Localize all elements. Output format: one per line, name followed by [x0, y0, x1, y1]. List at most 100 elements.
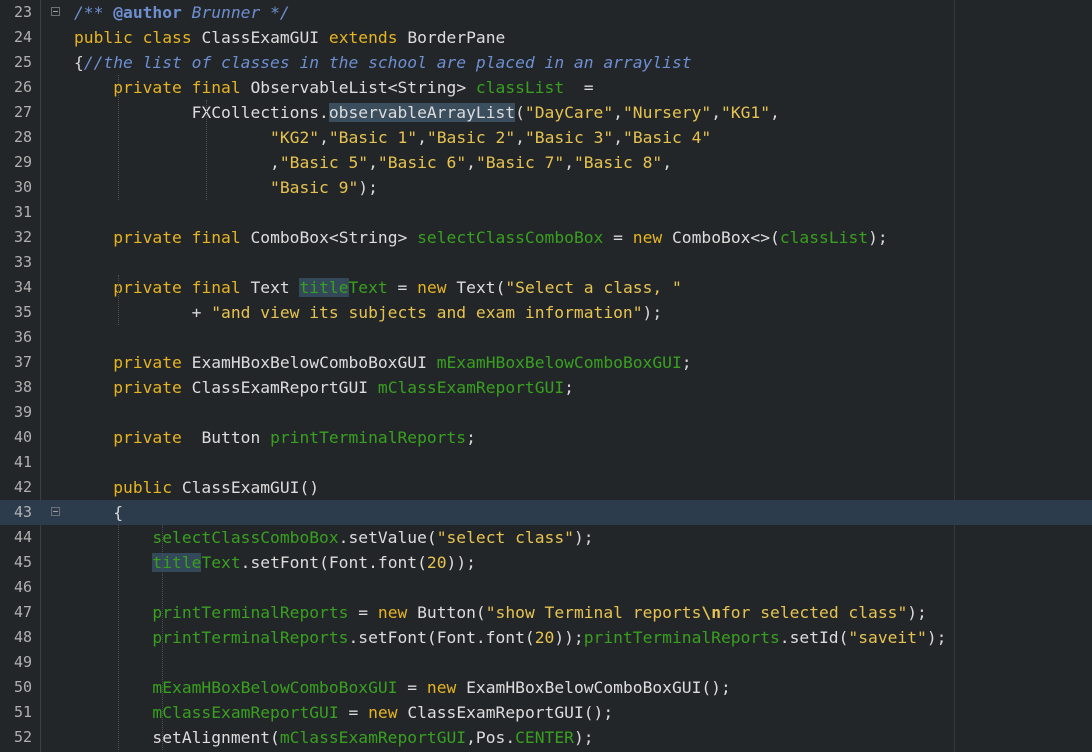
code-token: .setId(	[779, 628, 849, 647]
line-number: 40	[13, 428, 32, 446]
code-token: classList	[475, 78, 565, 97]
code-token: );	[573, 728, 594, 747]
code-line[interactable]: 41	[0, 450, 1092, 475]
code-line[interactable]: 30 "Basic 9");	[0, 175, 1092, 200]
code-token: observableArrayList	[328, 103, 516, 122]
code-line[interactable]: 37 private ExamHBoxBelowComboBoxGUI mExa…	[0, 350, 1092, 375]
code-line[interactable]: 29 ,"Basic 5","Basic 6","Basic 7","Basic…	[0, 150, 1092, 175]
code-editor[interactable]: 23 /** @author Brunner */ 24 public class C…	[0, 0, 1092, 752]
code-token: mClassExamReportGUI	[377, 378, 565, 397]
code-line[interactable]: 36	[0, 325, 1092, 350]
code-line[interactable]: 38 private ClassExamReportGUI mClassExam…	[0, 375, 1092, 400]
code-text: ,"Basic 5","Basic 6","Basic 7","Basic 8"…	[74, 150, 672, 175]
fold-toggle-icon[interactable]	[51, 7, 60, 16]
code-line[interactable]: 44 selectClassComboBox.setValue("select …	[0, 525, 1092, 550]
fold-toggle-icon[interactable]	[51, 507, 60, 516]
code-token: ExamHBoxBelowComboBoxGUI();	[466, 678, 731, 697]
code-token: private	[74, 353, 192, 372]
code-line[interactable]: 48 printTerminalReports.setFont(Font.fon…	[0, 625, 1092, 650]
code-token: "Basic 5"	[279, 153, 369, 172]
code-token: Text	[250, 278, 300, 297]
code-line[interactable]: 25 {//the list of classes in the school a…	[0, 50, 1092, 75]
line-number: 51	[13, 703, 32, 721]
code-line[interactable]: 43 {	[0, 500, 1092, 525]
code-token: "and view its subjects and exam informat…	[211, 303, 643, 322]
code-token: );	[642, 303, 663, 322]
code-token: "Basic 3"	[524, 128, 614, 147]
code-token: mClassExamReportGUI	[152, 703, 339, 722]
code-token: "Basic 1"	[328, 128, 418, 147]
code-token: "KG2"	[270, 128, 320, 147]
code-text: FXCollections.observableArrayList("DayCa…	[74, 100, 780, 125]
code-line[interactable]: 50 mExamHBoxBelowComboBoxGUI = new ExamH…	[0, 675, 1092, 700]
line-number: 50	[13, 678, 32, 696]
indent-guide	[206, 100, 207, 200]
code-token: Button	[191, 428, 271, 447]
code-line[interactable]: 49	[0, 650, 1092, 675]
code-token: "show Terminal reports	[485, 603, 702, 622]
code-line[interactable]: 28 "KG2","Basic 1","Basic 2","Basic 3","…	[0, 125, 1092, 150]
code-token: ClassExamReportGUI	[191, 378, 378, 397]
code-line[interactable]: 39	[0, 400, 1092, 425]
code-line[interactable]: 24 public class ClassExamGUI extends Bord…	[0, 25, 1092, 50]
line-number: 27	[13, 103, 32, 121]
code-token: ,	[613, 128, 624, 147]
code-text: private final Text titleText = new Text(…	[74, 275, 682, 300]
code-text: {//the list of classes in the school are…	[74, 50, 692, 75]
code-token: ,	[466, 153, 476, 172]
code-line[interactable]: 27 FXCollections.observableArrayList("Da…	[0, 100, 1092, 125]
code-line[interactable]: 51 mClassExamReportGUI = new ClassExamRe…	[0, 700, 1092, 725]
code-token: ;	[564, 378, 574, 397]
code-line[interactable]: 23 /** @author Brunner */	[0, 0, 1092, 25]
code-token: title	[299, 278, 349, 297]
indent-guide	[118, 525, 119, 750]
code-token: );	[573, 528, 594, 547]
code-line[interactable]: 40 private Button printTerminalReports;	[0, 425, 1092, 450]
code-token: setAlignment(	[74, 728, 280, 747]
line-number: 24	[13, 28, 32, 46]
code-token: .setFont(Font.font(	[240, 553, 427, 572]
code-line[interactable]: 34 private final Text titleText = new Te…	[0, 275, 1092, 300]
code-text: private ClassExamReportGUI mClassExamRep…	[74, 375, 574, 400]
code-line[interactable]: 33	[0, 250, 1092, 275]
line-number: 45	[13, 553, 32, 571]
code-token: "Basic 9"	[270, 178, 359, 197]
code-token: "Basic 6"	[377, 153, 467, 172]
code-token: {	[74, 53, 84, 72]
code-token: new	[368, 703, 408, 722]
code-text: setAlignment(mClassExamReportGUI,Pos.CEN…	[74, 725, 594, 750]
code-token: =	[387, 278, 418, 297]
code-text: private final ObservableList<String> cla…	[74, 75, 593, 100]
code-token: {	[74, 503, 124, 522]
code-token: "select class"	[436, 528, 574, 547]
code-line[interactable]: 52 setAlignment(mClassExamReportGUI,Pos.…	[0, 725, 1092, 750]
indent-guide	[118, 275, 119, 325]
code-line[interactable]: 26 private final ObservableList<String> …	[0, 75, 1092, 100]
line-number: 30	[13, 178, 32, 196]
code-token: ,	[613, 103, 623, 122]
code-text: private Button printTerminalReports;	[74, 425, 476, 450]
code-token: "Basic 4"	[623, 128, 712, 147]
code-token: ,	[770, 103, 780, 122]
code-line[interactable]: 32 private final ComboBox<String> select…	[0, 225, 1092, 250]
code-line[interactable]: 31	[0, 200, 1092, 225]
indent-guide	[118, 75, 119, 200]
code-token: /**	[74, 3, 114, 22]
code-token: ,	[711, 103, 722, 122]
code-token: "Select a class, "	[505, 278, 682, 297]
code-line[interactable]: 35 + "and view its subjects and exam inf…	[0, 300, 1092, 325]
code-text: mClassExamReportGUI = new ClassExamRepor…	[74, 700, 613, 725]
code-token: );	[868, 228, 888, 247]
code-token: );	[907, 603, 927, 622]
line-number: 25	[13, 53, 32, 71]
code-line[interactable]: 42 public ClassExamGUI()	[0, 475, 1092, 500]
code-line[interactable]: 47 printTerminalReports = new Button("sh…	[0, 600, 1092, 625]
code-line[interactable]: 45 titleText.setFont(Font.font(20));	[0, 550, 1092, 575]
line-number: 26	[13, 78, 32, 96]
code-text: /** @author Brunner */	[74, 0, 290, 25]
code-line[interactable]: 46	[0, 575, 1092, 600]
